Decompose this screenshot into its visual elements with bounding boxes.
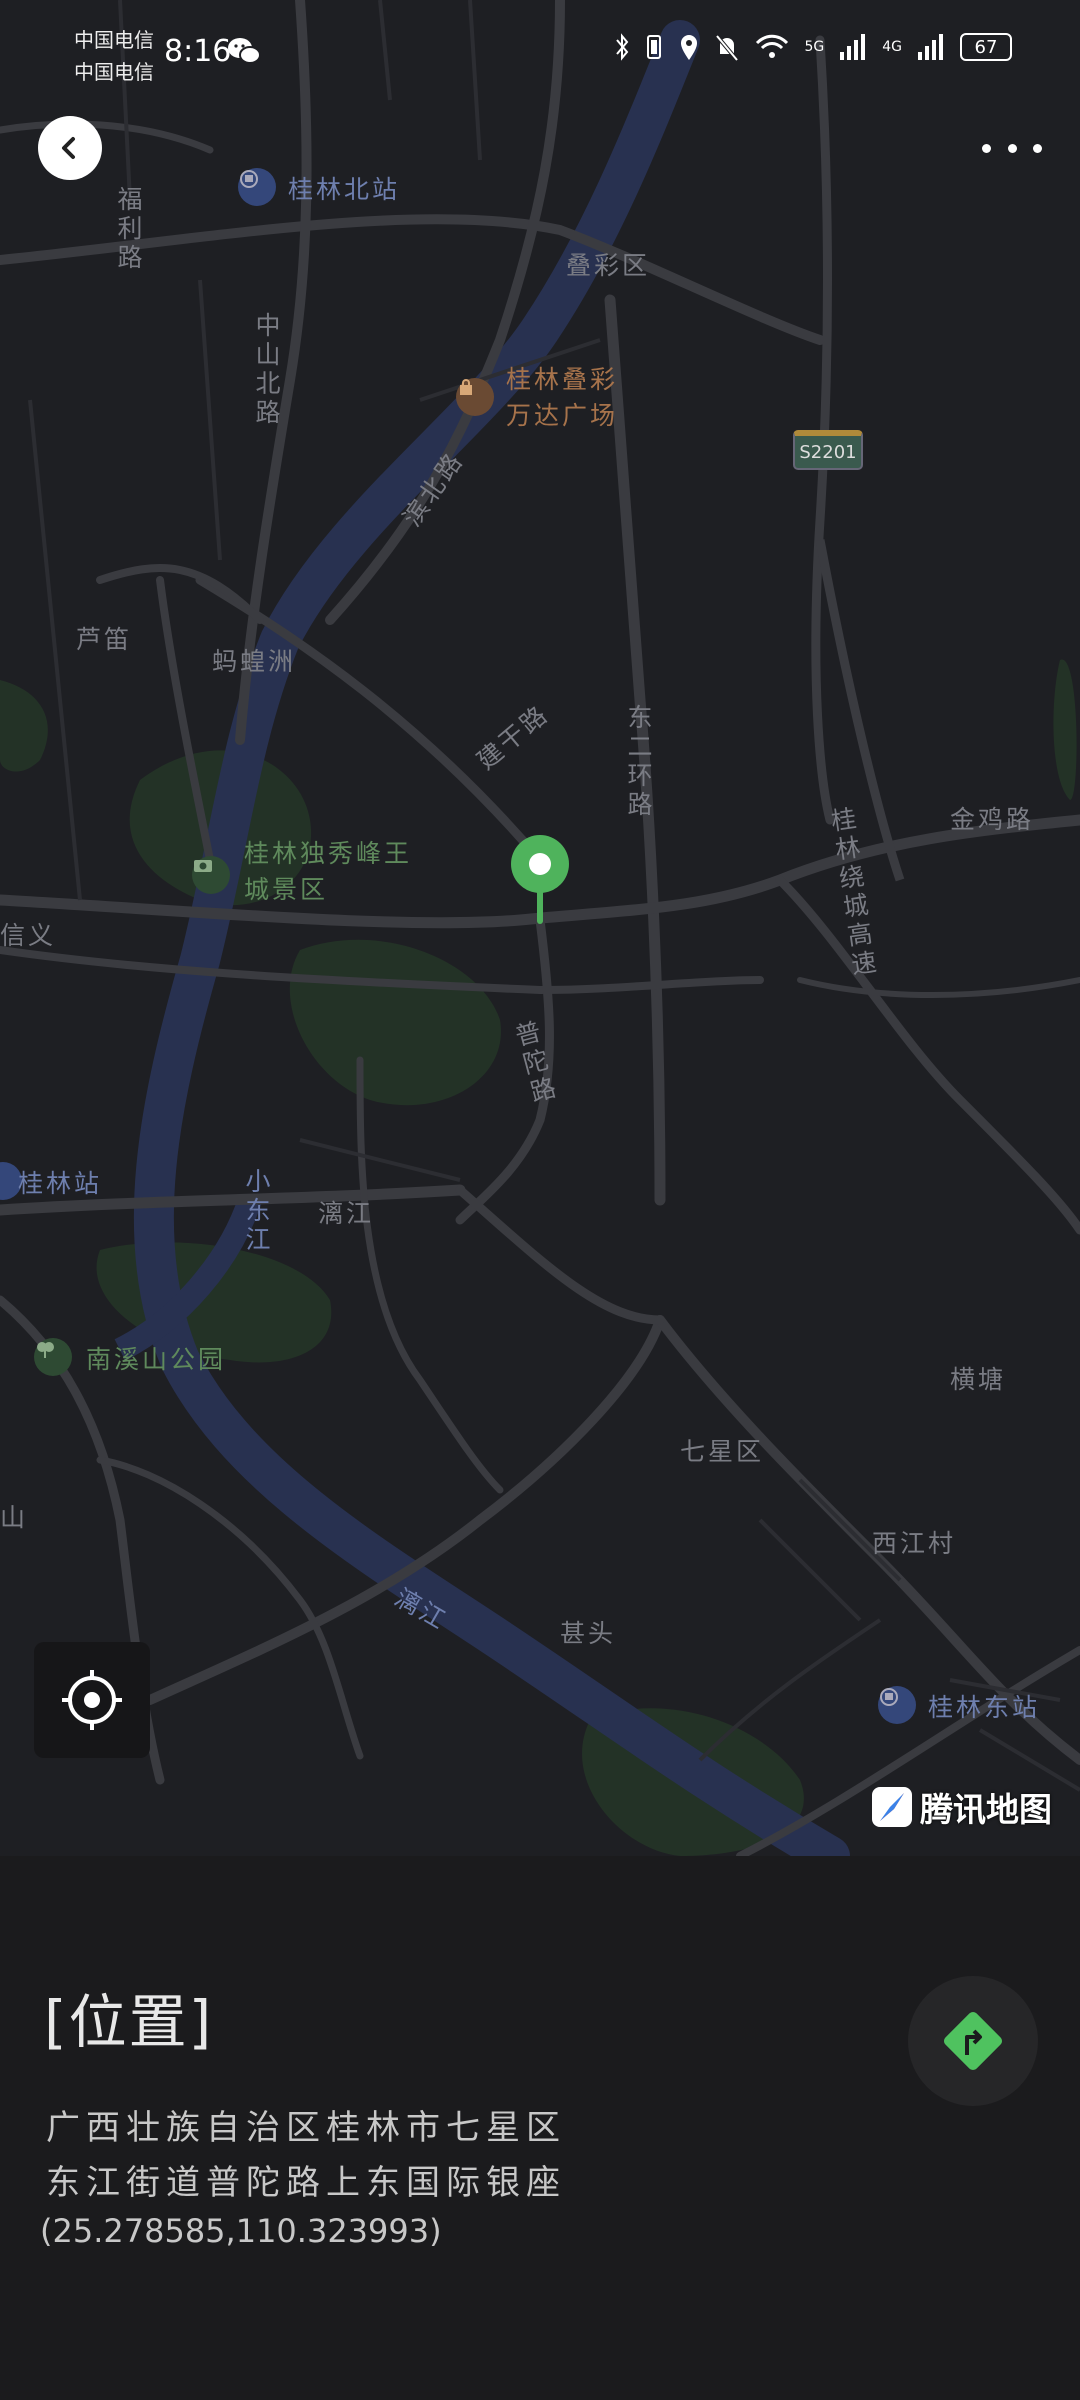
back-button[interactable] [38, 116, 102, 180]
park-icon [34, 1338, 72, 1376]
label-wanda: 桂林叠彩万达广场 [506, 365, 619, 430]
train-station-icon [238, 168, 276, 206]
wechat-icon [228, 38, 261, 64]
location-icon [681, 35, 698, 60]
map-pin-icon[interactable] [508, 834, 572, 930]
label-diecai: 叠彩区 [566, 251, 651, 280]
coordinates: (25.278585,110.323993) [40, 2212, 442, 2250]
battery-indicator: 67 [960, 33, 1012, 61]
label-xijiang-village: 西江村 [872, 1529, 957, 1558]
network-type-1: 5G [804, 39, 825, 55]
train-station-icon [878, 1686, 916, 1724]
battery-level: 67 [974, 36, 998, 58]
shopping-icon [456, 378, 494, 416]
navigate-icon [943, 2011, 1003, 2071]
label-shentou: 甚头 [560, 1619, 617, 1648]
vibrate-icon [647, 35, 662, 59]
network-type-2: 4G [882, 39, 902, 55]
back-icon [62, 137, 75, 159]
label-fuli-road: 福利路 [114, 186, 143, 273]
signal-icon [840, 34, 866, 60]
map-view[interactable]: 桂林北站 叠彩区 桂林叠彩万达广场 福利路 中山北路 滨北路 芦笛 蚂蝗洲 建干… [0, 0, 1080, 1856]
tencent-map-logo-icon [872, 1787, 912, 1827]
label-zhouzhou: 蚂蝗洲 [212, 647, 297, 676]
label-hengtang: 横塘 [950, 1365, 1007, 1394]
bluetooth-icon [616, 33, 629, 61]
address-line-1: 广西壮族自治区桂林市七星区 [46, 2108, 566, 2148]
mute-bell-icon [715, 34, 740, 62]
carrier-1: 中国电信 [74, 28, 154, 52]
label-jinji-road: 金鸡路 [950, 805, 1035, 834]
label-guilin-north: 桂林北站 [288, 175, 401, 204]
brand-text: 腾讯地图 [920, 1790, 1052, 1829]
locate-button[interactable] [34, 1642, 150, 1758]
label-dongerhuan-road: 东二环路 [624, 704, 653, 820]
signal-icon [918, 34, 943, 60]
more-button[interactable] [982, 128, 1042, 168]
label-qixing-district: 七星区 [680, 1437, 765, 1466]
clock: 8:16 [164, 34, 232, 69]
label-nanxi-park: 南溪山公园 [86, 1345, 227, 1374]
location-title: [位置] [44, 1988, 214, 2056]
label-ludi: 芦笛 [76, 625, 133, 654]
wifi-icon [756, 34, 789, 58]
label-lijiang-district: 漓江 [318, 1199, 375, 1228]
camera-icon [192, 856, 230, 894]
address-line-2: 东江街道普陀路上东国际银座 [46, 2163, 566, 2203]
carrier-2: 中国电信 [74, 60, 154, 84]
label-xinyi: 信义 [0, 921, 57, 950]
locate-icon [62, 1670, 122, 1730]
road-shield: S2201 [793, 430, 863, 470]
more-icon [982, 143, 991, 153]
label-xiaodong-river: 小东江 [242, 1168, 271, 1255]
label-guilin-station: 桂林站 [18, 1169, 103, 1198]
label-zhongshan-road: 中山北路 [252, 312, 281, 428]
map-brand: 腾讯地图 [872, 1782, 1052, 1832]
navigate-button[interactable] [908, 1976, 1038, 2106]
status-bar: 中国电信 中国电信 8:16 5G 4G 67 [0, 0, 1080, 110]
label-scenic-area: 桂林独秀峰王城景区 [244, 839, 413, 904]
label-shan: 山 [0, 1503, 29, 1532]
label-guilin-east: 桂林东站 [928, 1693, 1041, 1722]
